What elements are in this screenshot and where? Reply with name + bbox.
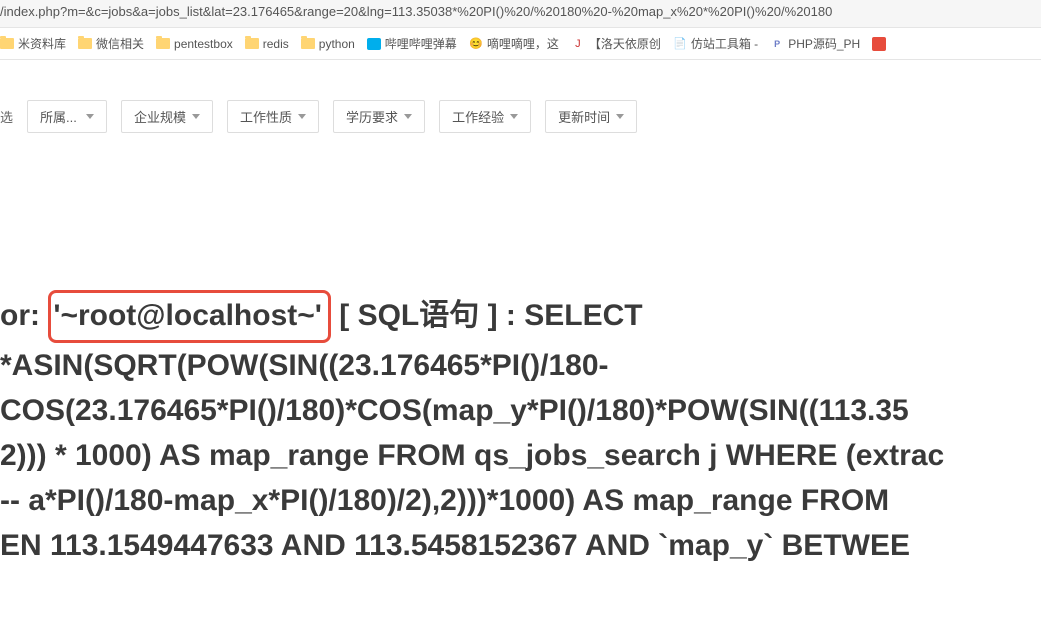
folder-icon	[245, 38, 259, 49]
bookmark-label: 微信相关	[96, 35, 144, 52]
filter-company-size[interactable]: 企业规模	[121, 100, 213, 133]
dropdown-label: 工作经验	[452, 107, 504, 126]
filter-education[interactable]: 学历要求	[333, 100, 425, 133]
bookmark-label: python	[319, 37, 355, 51]
filter-update-time[interactable]: 更新时间	[545, 100, 637, 133]
error-line-1: or: '~root@localhost~' [ SQL语句 ] : SELEC…	[0, 290, 1041, 343]
doc-icon: 📄	[673, 37, 687, 51]
error-highlighted-user: '~root@localhost~'	[48, 290, 331, 343]
filter-prefix-label: 选	[0, 107, 13, 126]
folder-icon	[156, 38, 170, 49]
chevron-down-icon	[616, 114, 624, 119]
bookmark-label: 哔哩哔哩弹幕	[385, 35, 457, 52]
chevron-down-icon	[298, 114, 306, 119]
dropdown-label: 工作性质	[240, 107, 292, 126]
nav-faded	[0, 60, 1041, 92]
bilibili-icon	[367, 38, 381, 50]
filter-experience[interactable]: 工作经验	[439, 100, 531, 133]
chevron-down-icon	[86, 114, 94, 119]
bookmark-item-1[interactable]: 微信相关	[78, 35, 144, 52]
error-suffix: [ SQL语句 ] : SELECT	[331, 299, 643, 332]
chevron-down-icon	[510, 114, 518, 119]
bookmark-item-0[interactable]: 米资料库	[0, 35, 66, 52]
folder-icon	[301, 38, 315, 49]
bookmark-label: 【洛天依原创	[589, 35, 661, 52]
bookmark-label: 嘀哩嘀哩，这	[487, 35, 559, 52]
site-icon: 😊	[469, 37, 483, 51]
bookmark-item-4[interactable]: python	[301, 37, 355, 51]
filter-job-type[interactable]: 工作性质	[227, 100, 319, 133]
bookmark-label: redis	[263, 37, 289, 51]
site-icon: J	[571, 37, 585, 51]
bookmark-item-3[interactable]: redis	[245, 37, 289, 51]
bookmark-label: pentestbox	[174, 37, 233, 51]
error-line-3: COS(23.176465*PI()/180)*COS(map_y*PI()/1…	[0, 388, 1041, 433]
chevron-down-icon	[192, 114, 200, 119]
bookmark-item-10[interactable]	[872, 37, 886, 51]
url-text: /index.php?m=&c=jobs&a=jobs_list&lat=23.…	[0, 4, 832, 19]
bookmark-item-6[interactable]: 😊 嘀哩嘀哩，这	[469, 35, 559, 52]
error-line-5: -- a*PI()/180-map_x*PI()/180)/2),2)))*10…	[0, 478, 1041, 523]
url-bar[interactable]: /index.php?m=&c=jobs&a=jobs_list&lat=23.…	[0, 0, 1041, 28]
filter-affiliation[interactable]: 所属...	[27, 100, 107, 133]
error-prefix: or:	[0, 299, 48, 332]
dropdown-label: 学历要求	[346, 107, 398, 126]
folder-icon	[0, 38, 14, 49]
filter-bar: 选 所属... 企业规模 工作性质 学历要求 工作经验 更新时间	[0, 92, 1041, 140]
bookmark-item-7[interactable]: J 【洛天依原创	[571, 35, 661, 52]
bookmark-label: 仿站工具箱 -	[691, 35, 758, 52]
bookmark-item-5[interactable]: 哔哩哔哩弹幕	[367, 35, 457, 52]
bookmark-item-9[interactable]: P PHP源码_PH	[770, 35, 860, 52]
bookmark-label: 米资料库	[18, 35, 66, 52]
bookmark-bar: 米资料库 微信相关 pentestbox redis python 哔哩哔哩弹幕…	[0, 28, 1041, 60]
dropdown-label: 更新时间	[558, 107, 610, 126]
folder-icon	[78, 38, 92, 49]
error-line-2: *ASIN(SQRT(POW(SIN((23.176465*PI()/180-	[0, 343, 1041, 388]
bookmark-item-8[interactable]: 📄 仿站工具箱 -	[673, 35, 758, 52]
error-line-6: EN 113.1549447633 AND 113.5458152367 AND…	[0, 523, 1041, 568]
php-icon: P	[770, 37, 784, 51]
sql-error-content: or: '~root@localhost~' [ SQL语句 ] : SELEC…	[0, 290, 1041, 568]
site-icon	[872, 37, 886, 51]
chevron-down-icon	[404, 114, 412, 119]
bookmark-item-2[interactable]: pentestbox	[156, 37, 233, 51]
bookmark-label: PHP源码_PH	[788, 35, 860, 52]
dropdown-label: 所属...	[40, 107, 77, 126]
error-line-4: 2))) * 1000) AS map_range FROM qs_jobs_s…	[0, 433, 1041, 478]
dropdown-label: 企业规模	[134, 107, 186, 126]
